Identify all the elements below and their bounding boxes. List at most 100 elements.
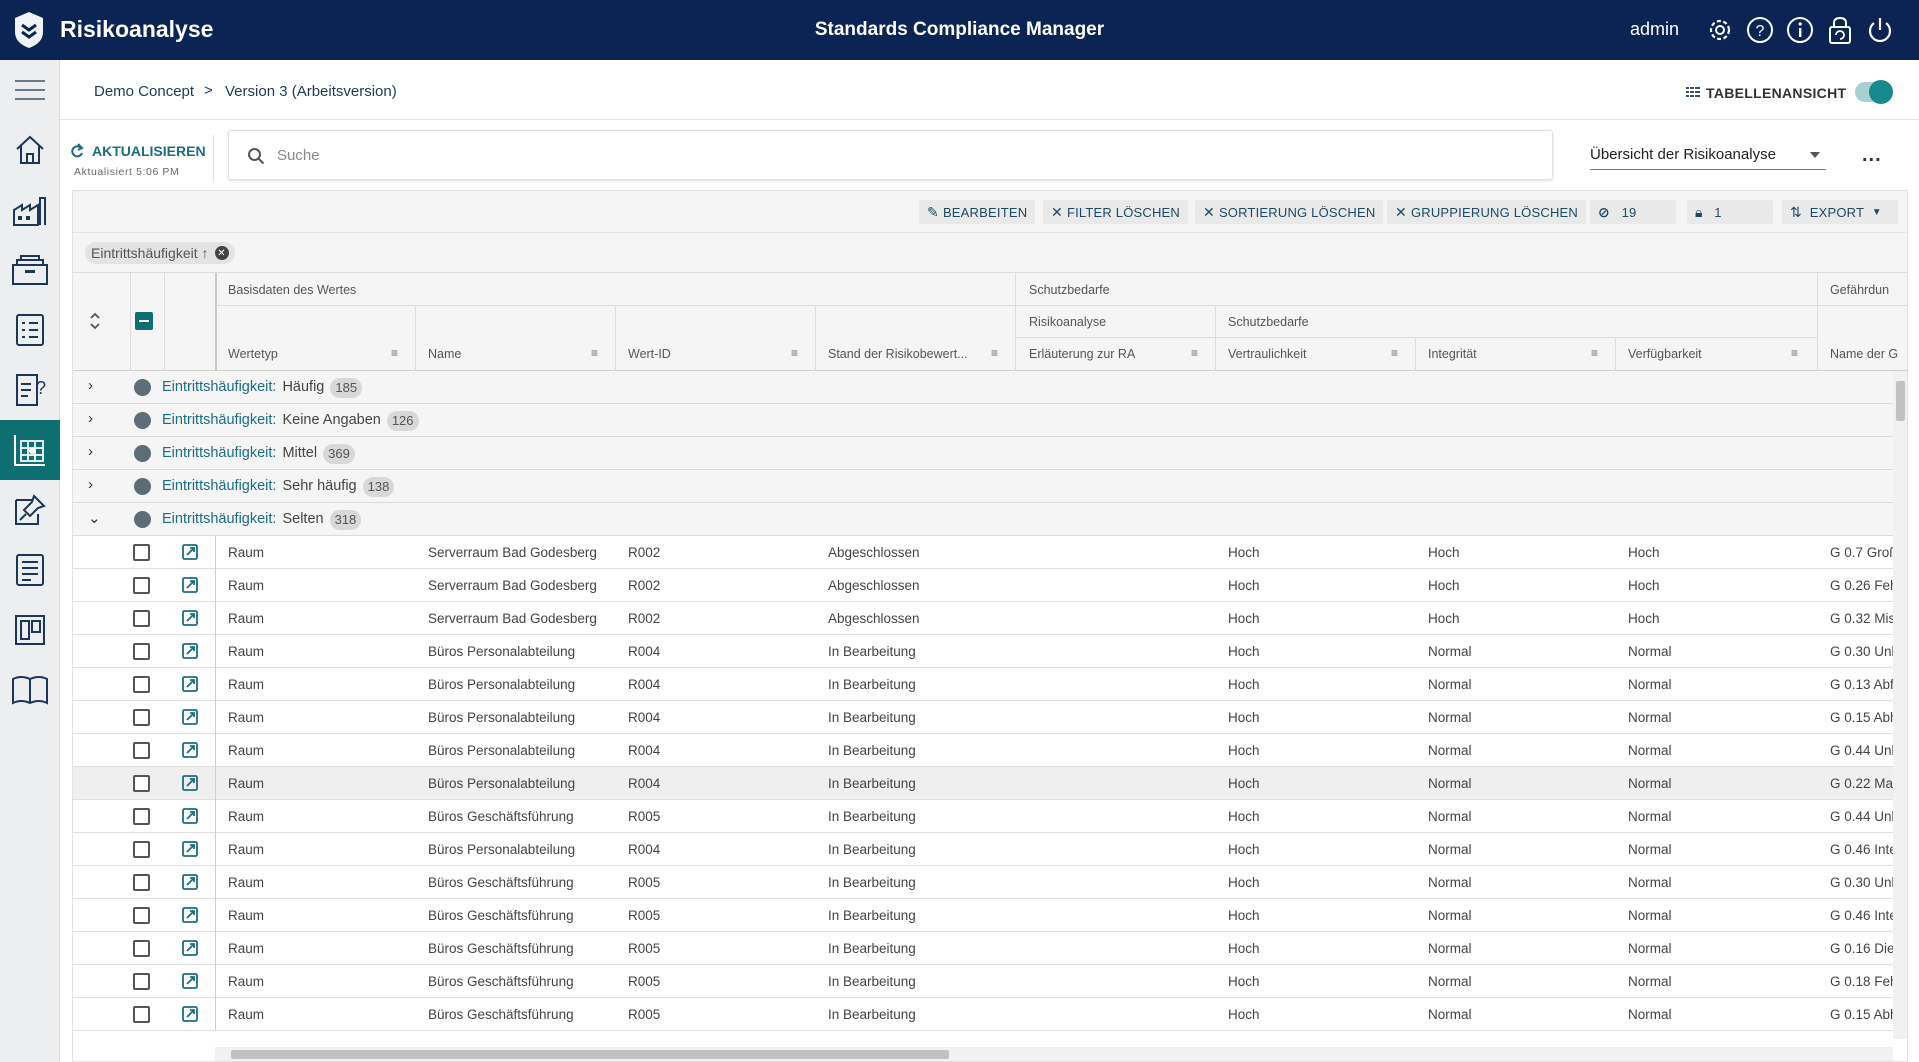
open-external-icon[interactable]	[181, 642, 199, 660]
group-row[interactable]: › Eintrittshäufigkeit: Keine Angaben 126	[73, 404, 1893, 437]
group-row[interactable]: › Eintrittshäufigkeit: Häufig 185	[73, 371, 1893, 404]
clear-filter-button[interactable]: ✕ FILTER LÖSCHEN	[1043, 200, 1189, 224]
open-external-icon[interactable]	[181, 576, 199, 594]
chevron-right-icon[interactable]: ›	[88, 476, 93, 493]
export-button[interactable]: ⇅ EXPORT ▼	[1782, 200, 1898, 224]
view-select[interactable]: Übersicht der Risikoanalyse	[1590, 136, 1826, 170]
table-row[interactable]: Raum Büros Personalabteilung R004 In Bearbe…	[73, 767, 1893, 800]
table-row[interactable]: Raum Büros Personalabteilung R004 In Bearbe…	[73, 833, 1893, 866]
expand-collapse-all-icon[interactable]	[89, 311, 101, 331]
checklist-icon[interactable]	[0, 300, 60, 360]
scrollbar-thumb[interactable]	[231, 1050, 949, 1059]
question-document-icon[interactable]: ?	[0, 360, 60, 420]
archive-icon[interactable]	[0, 240, 60, 300]
open-external-icon[interactable]	[181, 873, 199, 891]
chevron-down-icon[interactable]: ⌄	[88, 509, 101, 527]
select-all-checkbox[interactable]	[135, 312, 153, 330]
column-header-wert-id[interactable]: Wert-ID	[628, 347, 671, 361]
table-row[interactable]: Raum Büros Geschäftsführung R005 In Bearbei…	[73, 998, 1893, 1031]
filter-icon[interactable]: ≡	[991, 346, 998, 360]
edit-button[interactable]: ✎ BEARBEITEN	[919, 200, 1036, 224]
refresh-icon[interactable]	[70, 143, 84, 159]
column-header-wertetyp[interactable]: Wertetyp	[228, 347, 278, 361]
open-external-icon[interactable]	[181, 807, 199, 825]
clear-group-button[interactable]: ✕ GRUPPIERUNG LÖSCHEN	[1387, 200, 1586, 224]
risk-matrix-icon[interactable]	[0, 420, 60, 480]
table-row[interactable]: Raum Büros Geschäftsführung R005 In Bearbei…	[73, 800, 1893, 833]
table-row[interactable]: Raum Büros Geschäftsführung R005 In Bearbei…	[73, 932, 1893, 965]
row-checkbox[interactable]	[133, 973, 150, 990]
clear-sort-button[interactable]: ✕ SORTIERUNG LÖSCHEN	[1195, 200, 1384, 224]
table-row[interactable]: Raum Serverraum Bad Godesberg R002 Abgeschl…	[73, 536, 1893, 569]
pin-document-icon[interactable]	[0, 480, 60, 540]
column-header-integritaet[interactable]: Integrität	[1428, 347, 1477, 361]
filter-icon[interactable]: ≡	[1791, 346, 1798, 360]
hidden-columns-button[interactable]: ⊘ 19	[1590, 200, 1676, 224]
row-checkbox[interactable]	[133, 1006, 150, 1023]
remove-group-icon[interactable]: ✕	[214, 246, 229, 260]
help-icon[interactable]: ?	[1744, 14, 1776, 46]
group-row[interactable]: › Eintrittshäufigkeit: Sehr häufig 138	[73, 470, 1893, 503]
row-checkbox[interactable]	[133, 709, 150, 726]
column-header-vertraulichkeit[interactable]: Vertraulichkeit	[1228, 347, 1307, 361]
open-external-icon[interactable]	[181, 939, 199, 957]
column-header-verfuegbarkeit[interactable]: Verfügbarkeit	[1628, 347, 1702, 361]
scrollbar-thumb[interactable]	[1896, 381, 1905, 421]
filter-icon[interactable]: ≡	[1591, 346, 1598, 360]
column-header-erlaeuterung[interactable]: Erläuterung zur RA	[1029, 347, 1135, 361]
locked-columns-button[interactable]: 🔒︎ 1	[1687, 200, 1773, 224]
group-row[interactable]: › Eintrittshäufigkeit: Mittel 369	[73, 437, 1893, 470]
table-row[interactable]: Raum Serverraum Bad Godesberg R002 Abgeschl…	[73, 602, 1893, 635]
breadcrumb-item-project[interactable]: Demo Concept	[94, 83, 194, 100]
board-icon[interactable]	[0, 600, 60, 660]
open-external-icon[interactable]	[181, 1005, 199, 1023]
table-row[interactable]: Raum Büros Geschäftsführung R005 In Bearbei…	[73, 899, 1893, 932]
row-checkbox[interactable]	[133, 676, 150, 693]
info-icon[interactable]	[1784, 14, 1816, 46]
lock-refresh-icon[interactable]	[1824, 14, 1856, 46]
filter-icon[interactable]: ≡	[1191, 346, 1198, 360]
factory-icon[interactable]	[0, 180, 60, 240]
table-view-toggle[interactable]	[1855, 80, 1893, 104]
row-checkbox[interactable]	[133, 808, 150, 825]
book-icon[interactable]	[0, 660, 60, 720]
sort-ascending-icon[interactable]: ↑	[202, 245, 209, 261]
row-checkbox[interactable]	[133, 775, 150, 792]
group-chip[interactable]: Eintrittshäufigkeit ↑ ✕	[85, 242, 235, 264]
chevron-right-icon[interactable]: ›	[88, 410, 93, 427]
row-checkbox[interactable]	[133, 841, 150, 858]
row-checkbox[interactable]	[133, 643, 150, 660]
open-external-icon[interactable]	[181, 741, 199, 759]
user-name[interactable]: admin	[1630, 19, 1679, 40]
group-row[interactable]: ⌄ Eintrittshäufigkeit: Selten 318	[73, 503, 1893, 536]
chevron-right-icon[interactable]: ›	[88, 377, 93, 394]
filter-icon[interactable]: ≡	[1391, 346, 1398, 360]
refresh-button[interactable]: AKTUALISIEREN	[92, 143, 206, 159]
table-row[interactable]: Raum Büros Geschäftsführung R005 In Bearbei…	[73, 965, 1893, 998]
search-input[interactable]: Suche	[228, 130, 1553, 180]
row-checkbox[interactable]	[133, 577, 150, 594]
gear-icon[interactable]	[1704, 14, 1736, 46]
home-icon[interactable]	[0, 120, 60, 180]
breadcrumb-item-version[interactable]: Version 3 (Arbeitsversion)	[225, 83, 397, 100]
open-external-icon[interactable]	[181, 609, 199, 627]
table-row[interactable]: Raum Büros Geschäftsführung R005 In Bearbei…	[73, 866, 1893, 899]
row-checkbox[interactable]	[133, 907, 150, 924]
row-checkbox[interactable]	[133, 874, 150, 891]
table-row[interactable]: Raum Büros Personalabteilung R004 In Bearbe…	[73, 734, 1893, 767]
table-row[interactable]: Raum Serverraum Bad Godesberg R002 Abgeschl…	[73, 569, 1893, 602]
horizontal-scrollbar[interactable]	[215, 1047, 1893, 1061]
table-row[interactable]: Raum Büros Personalabteilung R004 In Bearbe…	[73, 635, 1893, 668]
chevron-right-icon[interactable]: ›	[88, 443, 93, 460]
row-checkbox[interactable]	[133, 940, 150, 957]
filter-icon[interactable]: ≡	[391, 346, 398, 360]
row-checkbox[interactable]	[133, 544, 150, 561]
open-external-icon[interactable]	[181, 675, 199, 693]
open-external-icon[interactable]	[181, 708, 199, 726]
column-header-name[interactable]: Name	[428, 347, 461, 361]
open-external-icon[interactable]	[181, 972, 199, 990]
row-checkbox[interactable]	[133, 610, 150, 627]
menu-icon[interactable]	[0, 60, 60, 120]
report-icon[interactable]	[0, 540, 60, 600]
more-options-button[interactable]: ...	[1862, 144, 1882, 167]
